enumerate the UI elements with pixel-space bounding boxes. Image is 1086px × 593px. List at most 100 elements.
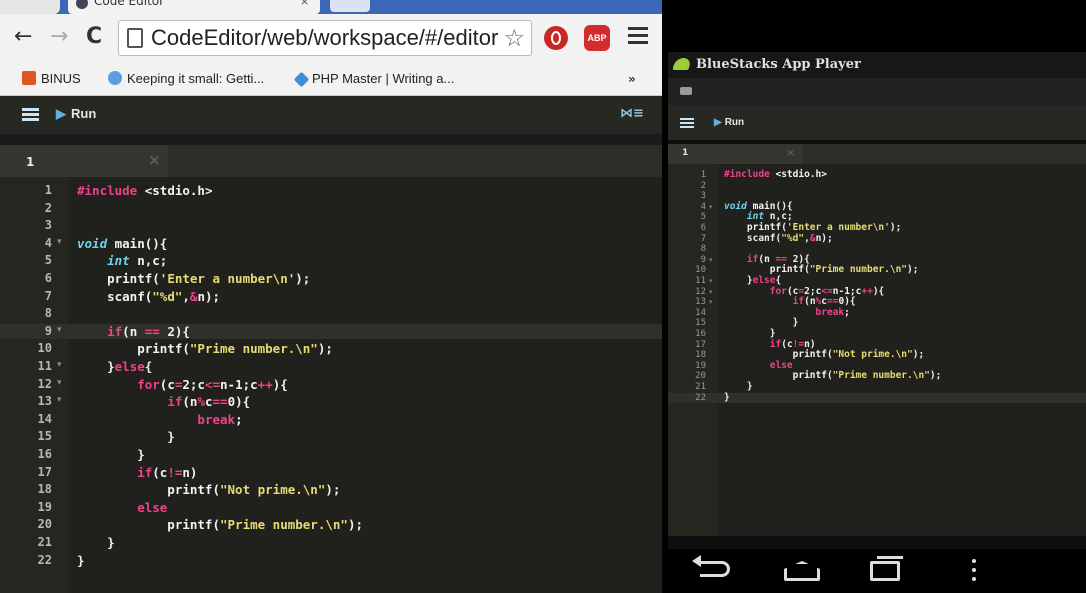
url-text[interactable]: CodeEditor/web/workspace/#/editor	[151, 25, 498, 51]
bs-file-tab-close-icon[interactable]: ×	[786, 146, 795, 159]
bs-file-tab[interactable]: 1 ×	[668, 144, 802, 164]
fold-arrow-icon[interactable]: ▾	[709, 203, 713, 211]
code-line[interactable]: 1 #include <stdio.h>	[668, 170, 1086, 181]
code-editor[interactable]: 1 #include <stdio.h> 2 3 4 ▾ void main(){ 5 int…	[0, 177, 662, 593]
code-line[interactable]: 11 ▾ }else{	[668, 276, 1086, 287]
android-back-icon[interactable]	[692, 555, 730, 577]
bs-editor-menu-icon[interactable]	[680, 118, 694, 129]
line-number: 15	[695, 318, 706, 329]
code-line[interactable]: 21 }	[668, 382, 1086, 393]
code-token: "Not prime.\n"	[832, 349, 913, 361]
bookmark-keeping-it-small[interactable]: Keeping it small: Getti...	[108, 71, 264, 86]
code-token: "%d"	[781, 232, 805, 244]
bookmark-php-master[interactable]: PHP Master | Writing a...	[293, 71, 454, 88]
address-bar[interactable]: CodeEditor/web/workspace/#/editor ☆	[118, 20, 532, 56]
bs-code-editor[interactable]: 1 #include <stdio.h> 2 3 4 ▾ void main(){5 int…	[668, 164, 1086, 536]
code-line[interactable]: 20 printf("Prime number.\n");	[668, 371, 1086, 382]
code-line[interactable]: 8	[668, 244, 1086, 254]
code-line[interactable]: 7 scanf("%d",&n);	[0, 289, 662, 304]
code-line[interactable]: 19 else	[668, 360, 1086, 371]
code-line[interactable]: 12 ▾ for(c=2;c<=n-1;c++){	[668, 286, 1086, 297]
fold-arrow-icon[interactable]: ▾	[57, 325, 62, 335]
android-recents-icon[interactable]	[870, 556, 903, 581]
new-tab-button[interactable]	[330, 0, 370, 12]
code-token: "Prime number.\n"	[809, 264, 908, 276]
fold-arrow-icon[interactable]: ▾	[57, 360, 62, 370]
code-line[interactable]: 10 printf("Prime number.\n");	[668, 264, 1086, 276]
code-line[interactable]: 18 printf("Not prime.\n");	[0, 482, 662, 497]
code-line[interactable]: 16 }	[0, 447, 662, 462]
code-line[interactable]: 9 ▾ if(n == 2){	[668, 253, 1086, 265]
code-line[interactable]: 17 if(c!=n)	[668, 339, 1086, 350]
line-number: 8	[44, 306, 52, 321]
line-number: 16	[37, 447, 52, 461]
reload-icon[interactable]: C	[86, 26, 102, 48]
fold-arrow-icon[interactable]: ▾	[709, 298, 713, 306]
code-line[interactable]: 10 printf("Prime number.\n");	[0, 341, 662, 356]
fold-arrow-icon[interactable]: ▾	[709, 288, 713, 296]
code-line[interactable]: 12 ▾ for(c=2;c<=n-1;c++){	[0, 377, 662, 392]
code-line[interactable]: 5 int n,c;	[668, 212, 1086, 223]
code-line[interactable]: 3	[668, 191, 1086, 201]
back-arrow-icon[interactable]: ←	[14, 26, 32, 48]
code-line[interactable]: 2	[0, 201, 662, 216]
bookmarks-overflow-button[interactable]: »	[628, 72, 636, 86]
code-line[interactable]: 22}	[668, 392, 1086, 403]
code-line[interactable]: 3	[0, 218, 662, 233]
bookmark-star-icon[interactable]: ☆	[503, 24, 525, 52]
fold-arrow-icon[interactable]: ▾	[57, 237, 62, 247]
code-text: scanf("%d",&n);	[724, 232, 833, 244]
code-line[interactable]: 8	[0, 306, 662, 321]
code-text: if(n == 2){	[746, 253, 810, 265]
code-text: int n,c;	[107, 253, 168, 269]
code-line[interactable]: 19 else	[0, 500, 662, 515]
adblock-plus-icon[interactable]: ABP	[584, 25, 610, 51]
code-line[interactable]: 22}	[0, 553, 662, 568]
code-line[interactable]: 15 }	[0, 429, 662, 444]
bookmark-binus[interactable]: BINUS	[22, 71, 81, 86]
code-line[interactable]: 11 ▾ }else{	[0, 359, 662, 374]
line-number: 8	[700, 244, 706, 255]
file-tab-close-icon[interactable]: ×	[148, 151, 161, 169]
code-line[interactable]: 13 ▾ if(n%c==0){	[0, 394, 662, 409]
tab-previous[interactable]	[0, 0, 60, 14]
line-number: 7	[700, 233, 706, 244]
fold-arrow-icon[interactable]: ▾	[709, 256, 713, 264]
fold-arrow-icon[interactable]: ▾	[57, 395, 62, 405]
editor-menu-icon[interactable]	[22, 108, 39, 121]
code-line[interactable]: 6 printf('Enter a number\n');	[0, 271, 662, 286]
browser-toolbar: ← → C CodeEditor/web/workspace/#/editor …	[0, 14, 662, 62]
bs-run-button[interactable]: ▶ Run	[714, 117, 744, 128]
fold-arrow-icon[interactable]: ▾	[709, 277, 713, 285]
code-line[interactable]: 9 ▾ if(n == 2){	[0, 323, 662, 339]
file-tab[interactable]: 1 ×	[0, 145, 168, 177]
code-line[interactable]: 5 int n,c;	[0, 253, 662, 268]
editor-settings-icon[interactable]: ⋈≡	[620, 106, 644, 121]
code-line[interactable]: 6 printf('Enter a number\n');	[668, 223, 1086, 234]
code-line[interactable]: 2	[668, 181, 1086, 191]
forward-arrow-icon[interactable]: →	[50, 26, 68, 48]
code-line[interactable]: 7 scanf("%d",&n);	[668, 232, 1086, 244]
run-button[interactable]: ▶ Run	[56, 106, 96, 122]
code-line[interactable]: 14 break;	[0, 412, 662, 427]
code-line[interactable]: 20 printf("Prime number.\n");	[0, 517, 662, 532]
chrome-menu-icon[interactable]	[628, 27, 648, 45]
code-line[interactable]: 13 ▾ if(n%c==0){	[668, 297, 1086, 308]
code-line[interactable]: 4 ▾ void main(){	[668, 201, 1086, 212]
tab-close-icon[interactable]: ×	[300, 0, 309, 8]
android-menu-icon[interactable]	[972, 559, 976, 581]
code-line[interactable]: 21 }	[0, 535, 662, 550]
code-line[interactable]: 1 #include <stdio.h>	[0, 183, 662, 198]
line-number: 18	[695, 350, 706, 361]
code-line[interactable]: 15 }	[668, 318, 1086, 329]
fold-arrow-icon[interactable]: ▾	[57, 378, 62, 388]
code-line[interactable]: 17 if(c!=n)	[0, 465, 662, 480]
code-line[interactable]: 16 }	[668, 329, 1086, 340]
code-line[interactable]: 4 ▾ void main(){	[0, 236, 662, 251]
android-home-icon[interactable]	[784, 561, 820, 581]
code-line[interactable]: 14 break;	[668, 307, 1086, 318]
keyboard-icon	[680, 87, 692, 95]
code-line[interactable]: 18 printf("Not prime.\n");	[668, 349, 1086, 361]
tab-code-editor[interactable]: Code Editor ×	[68, 0, 320, 14]
opera-extension-icon[interactable]	[544, 26, 568, 50]
